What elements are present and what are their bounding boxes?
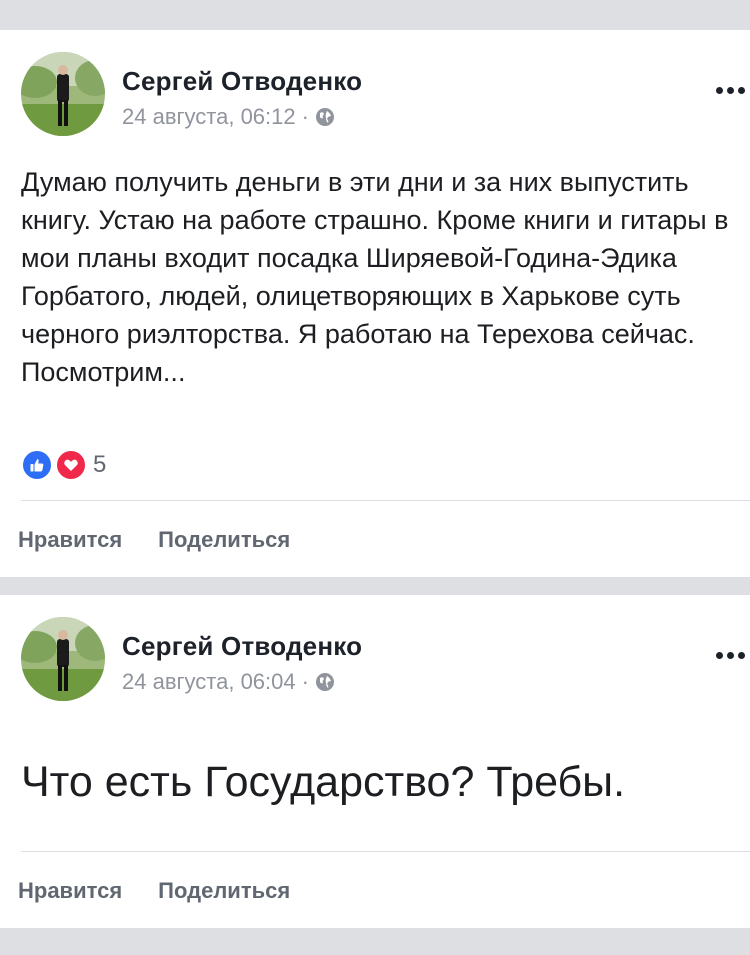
love-icon <box>55 449 87 481</box>
feed-divider-bottom <box>0 928 750 955</box>
meta-separator: · <box>301 104 309 129</box>
share-button[interactable]: Поделиться <box>158 527 290 553</box>
reaction-count: 5 <box>93 451 107 478</box>
like-button[interactable]: Нравится <box>18 527 122 553</box>
feed-post: Сергей Отводенко 24 августа, 06:04 · Что… <box>0 595 750 928</box>
author-name[interactable]: Сергей Отводенко <box>122 631 362 662</box>
more-options-icon[interactable] <box>716 647 750 663</box>
share-button[interactable]: Поделиться <box>158 878 290 904</box>
globe-icon <box>315 107 335 127</box>
feed-divider <box>0 577 750 595</box>
feed-divider-top <box>0 0 750 30</box>
divider-line <box>21 851 750 852</box>
meta-separator: · <box>301 669 309 694</box>
post-text: Что есть Государство? Требы. <box>21 758 626 806</box>
globe-icon <box>315 672 335 692</box>
post-text: Думаю получить деньги в эти дни и за них… <box>21 167 729 387</box>
divider-line <box>21 500 750 501</box>
post-actions: Нравится Поделиться <box>18 878 290 904</box>
author-name[interactable]: Сергей Отводенко <box>122 66 362 97</box>
like-icon <box>21 449 53 481</box>
post-timestamp[interactable]: 24 августа, 06:04 <box>122 669 296 695</box>
avatar[interactable] <box>21 617 105 701</box>
post-actions: Нравится Поделиться <box>18 527 290 553</box>
reactions-summary[interactable]: 5 <box>21 449 106 481</box>
post-meta: 24 августа, 06:04 · <box>122 669 335 695</box>
like-button[interactable]: Нравится <box>18 878 122 904</box>
avatar[interactable] <box>21 52 105 136</box>
feed-post: Сергей Отводенко 24 августа, 06:12 · Дум… <box>0 30 750 577</box>
post-meta: 24 августа, 06:12 · <box>122 104 335 130</box>
post-timestamp[interactable]: 24 августа, 06:12 <box>122 104 296 130</box>
more-options-icon[interactable] <box>716 82 750 98</box>
